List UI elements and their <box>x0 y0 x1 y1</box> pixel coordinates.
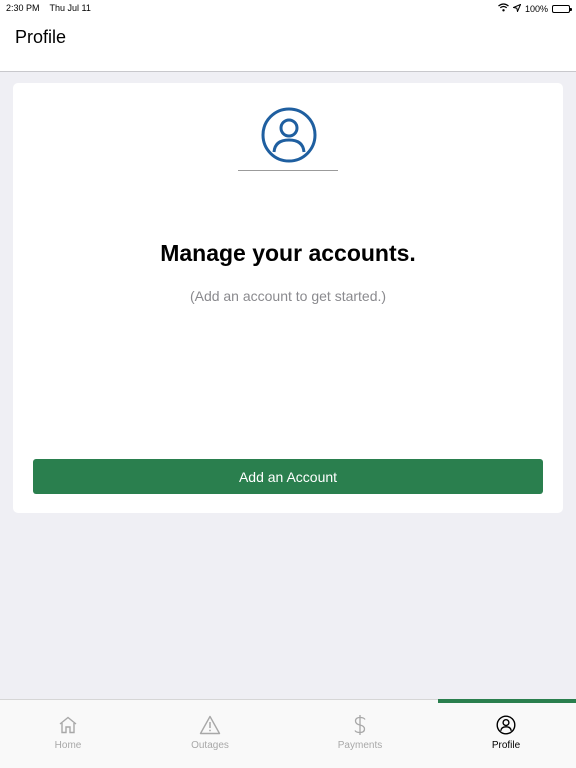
tab-home-label: Home <box>54 740 82 751</box>
dollar-icon <box>349 714 371 736</box>
battery-percent: 100% <box>524 3 548 14</box>
card-subtext: (Add an account to get started.) <box>189 288 387 304</box>
tab-bar: Home Outages Payments Profile <box>0 699 576 768</box>
status-bar: 2:30 PM Thu Jul 11 100% <box>0 0 576 16</box>
tab-outages[interactable]: Outages <box>160 714 260 758</box>
status-time: 2:30 PM <box>6 3 40 13</box>
status-left: 2:30 PM Thu Jul 11 <box>6 3 91 13</box>
avatar-divider <box>238 170 338 171</box>
active-tab-indicator <box>438 699 576 703</box>
tab-home[interactable]: Home <box>18 714 118 758</box>
battery-icon <box>552 4 572 13</box>
page-title: Profile <box>15 27 67 47</box>
status-date: Thu Jul 11 <box>49 3 91 13</box>
tab-profile[interactable]: Profile <box>456 714 556 758</box>
home-icon <box>57 714 79 736</box>
card-headline: Manage your accounts. <box>160 240 416 266</box>
location-icon <box>511 3 522 14</box>
status-right: 100% <box>498 3 572 14</box>
add-account-button[interactable]: Add an Account <box>33 459 543 494</box>
warning-icon <box>199 714 221 736</box>
tab-payments[interactable]: Payments <box>310 714 410 758</box>
tab-payments-label: Payments <box>337 740 383 751</box>
profile-icon <box>495 714 517 736</box>
tab-profile-label: Profile <box>491 740 521 751</box>
tab-outages-label: Outages <box>191 740 229 751</box>
avatar-icon <box>261 107 317 163</box>
navigation-header: Profile <box>0 16 576 72</box>
wifi-icon <box>498 3 509 14</box>
accounts-card: Manage your accounts. (Add an account to… <box>13 83 563 513</box>
